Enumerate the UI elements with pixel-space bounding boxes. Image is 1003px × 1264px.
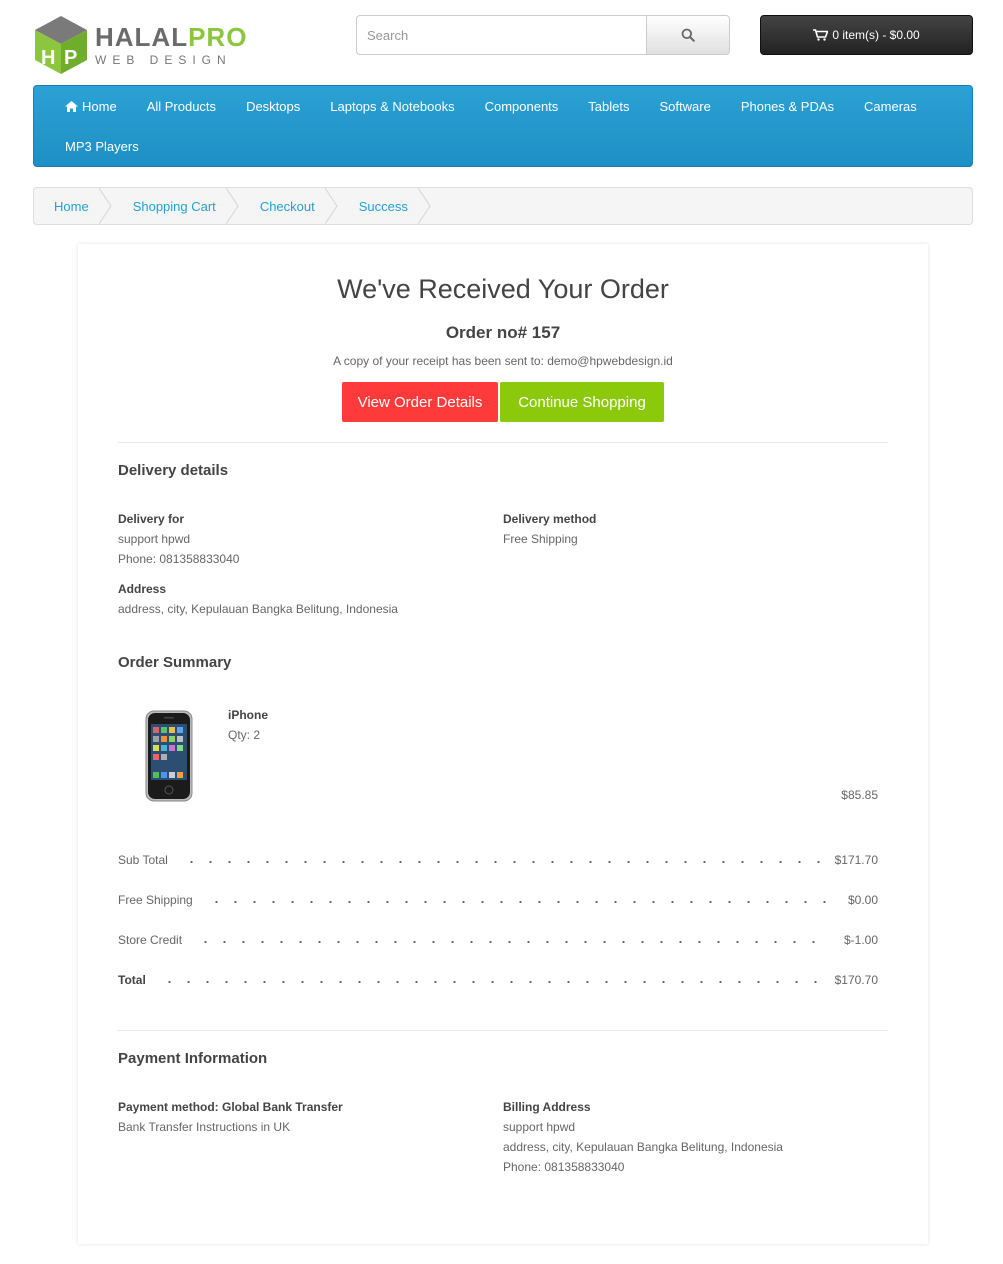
order-success-card: We've Received Your Order Order no# 157 …: [78, 244, 928, 1244]
brand-logo[interactable]: H P HALALPRO WEB DESIGN: [33, 14, 248, 76]
svg-text:P: P: [64, 47, 77, 69]
delivery-address-label: Address: [118, 582, 167, 596]
receipt-note: A copy of your receipt has been sent to:…: [333, 354, 673, 368]
product-price: $85.85: [841, 788, 878, 802]
page-title: We've Received Your Order: [337, 274, 669, 304]
search-button[interactable]: [646, 15, 730, 55]
nav-item-software[interactable]: Software: [645, 86, 726, 126]
summary-row-shipping: Free Shipping $0.00: [118, 893, 878, 907]
billing-phone: Phone: 081358833040: [503, 1160, 625, 1174]
nav-item-home[interactable]: Home: [50, 86, 132, 126]
delivery-for-phone: Phone: 081358833040: [118, 552, 240, 566]
cart-button[interactable]: 0 item(s) - $0.00: [760, 15, 973, 55]
view-order-details-button[interactable]: View Order Details: [342, 382, 498, 422]
search-icon: [681, 28, 695, 42]
nav-item-desktops[interactable]: Desktops: [231, 86, 315, 126]
home-icon: [65, 100, 78, 112]
nav-item-cameras[interactable]: Cameras: [849, 86, 932, 126]
payment-heading: Payment Information: [118, 1050, 268, 1067]
nav-item-mp3-players[interactable]: MP3 Players: [50, 126, 154, 166]
breadcrumb: Home Shopping Cart Checkout Success: [33, 187, 973, 225]
payment-method-label: Payment method: Global Bank Transfer: [118, 1100, 343, 1114]
delivery-method-value: Free Shipping: [503, 532, 578, 546]
nav-item-tablets[interactable]: Tablets: [573, 86, 644, 126]
search-bar: [356, 15, 730, 55]
continue-shopping-button[interactable]: Continue Shopping: [500, 382, 664, 422]
payment-method-value: Bank Transfer Instructions in UK: [118, 1120, 291, 1134]
main-nav: Home All Products Desktops Laptops & Not…: [33, 85, 973, 167]
divider: [118, 1030, 888, 1031]
breadcrumb-success[interactable]: Success: [337, 188, 431, 224]
search-input[interactable]: [356, 15, 646, 55]
divider: [118, 442, 888, 443]
order-number: Order no# 157: [445, 323, 561, 342]
delivery-heading: Delivery details: [118, 462, 229, 479]
delivery-for-name: support hpwd: [118, 532, 191, 546]
product-name: iPhone: [228, 708, 269, 722]
delivery-method-label: Delivery method: [503, 512, 597, 526]
delivery-for-label: Delivery for: [118, 512, 185, 526]
cart-label: 0 item(s) - $0.00: [832, 28, 920, 42]
summary-row-total: Total $170.70: [118, 973, 878, 987]
summary-row-store-credit: Store Credit $-1.00: [118, 933, 878, 947]
brand-name-part2: PRO: [188, 22, 248, 52]
delivery-address-value: address, city, Kepulauan Bangka Belitung…: [118, 602, 398, 616]
nav-item-laptops-notebooks[interactable]: Laptops & Notebooks: [315, 86, 469, 126]
nav-item-components[interactable]: Components: [470, 86, 574, 126]
billing-address-label: Billing Address: [503, 1100, 591, 1114]
order-summary-heading: Order Summary: [118, 654, 232, 671]
breadcrumb-shopping-cart[interactable]: Shopping Cart: [111, 188, 239, 224]
breadcrumb-separator-icon: [417, 188, 431, 224]
billing-address: address, city, Kepulauan Bangka Belitung…: [503, 1140, 783, 1154]
logo-cube-icon: H P: [35, 16, 87, 74]
shopping-cart-icon: [813, 29, 829, 41]
svg-text:H: H: [41, 47, 55, 69]
breadcrumb-home[interactable]: Home: [34, 188, 112, 224]
breadcrumb-checkout[interactable]: Checkout: [238, 188, 338, 224]
product-qty: Qty: 2: [228, 728, 261, 742]
brand-tagline: WEB DESIGN: [95, 53, 232, 67]
nav-item-all-products[interactable]: All Products: [132, 86, 231, 126]
brand-name-part1: HALAL: [95, 22, 189, 52]
product-image: [145, 710, 193, 802]
nav-item-phones-pdas[interactable]: Phones & PDAs: [726, 86, 849, 126]
billing-name: support hpwd: [503, 1120, 576, 1134]
summary-row-subtotal: Sub Total $171.70: [118, 853, 878, 867]
